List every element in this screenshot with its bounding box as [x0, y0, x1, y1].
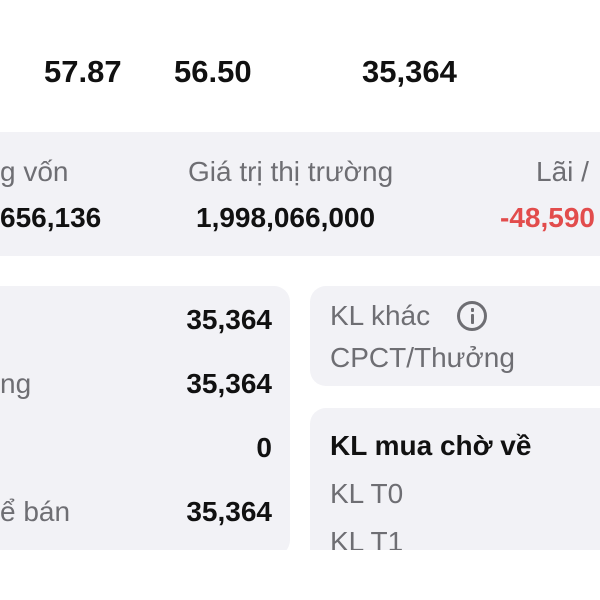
top-value-2: 56.50 — [174, 54, 252, 89]
pending-buy-title: KL mua chờ về — [330, 430, 532, 461]
holdings-row-1-value: 35,364 — [186, 304, 272, 335]
holdings-card: 35,364 ng 35,364 0 ể bán 35,364 — [0, 286, 290, 556]
cost-value: 656,136 — [0, 202, 102, 233]
pnl-label: Lãi / — [536, 156, 589, 187]
holdings-row-4-label: ể bán — [0, 496, 71, 527]
top-value-3: 35,364 — [362, 54, 457, 89]
other-volume-title: KL khác — [330, 300, 431, 331]
summary-band: g vốn 656,136 Giá trị thị trường 1,998,0… — [0, 132, 600, 256]
holdings-row-3-value: 0 — [256, 432, 272, 463]
bottom-strip — [0, 550, 600, 600]
market-value-label: Giá trị thị trường — [188, 156, 394, 187]
market-value: 1,998,066,000 — [196, 202, 376, 233]
pending-t0-label: KL T0 — [330, 478, 404, 509]
other-volume-card: KL khác CPCT/Thưởng — [310, 286, 600, 386]
info-icon[interactable] — [457, 301, 487, 331]
holdings-row-2-value: 35,364 — [186, 368, 272, 399]
top-value-1: 57.87 — [44, 54, 122, 89]
pending-buy-card: KL mua chờ về KL T0 KL T1 — [310, 408, 600, 568]
holdings-row-2-label: ng — [0, 368, 32, 399]
holdings-row-4-value: 35,364 — [186, 496, 272, 527]
other-volume-subtitle: CPCT/Thưởng — [330, 342, 515, 373]
cost-label: g vốn — [0, 156, 69, 187]
pnl-value: -48,590 — [500, 202, 595, 233]
